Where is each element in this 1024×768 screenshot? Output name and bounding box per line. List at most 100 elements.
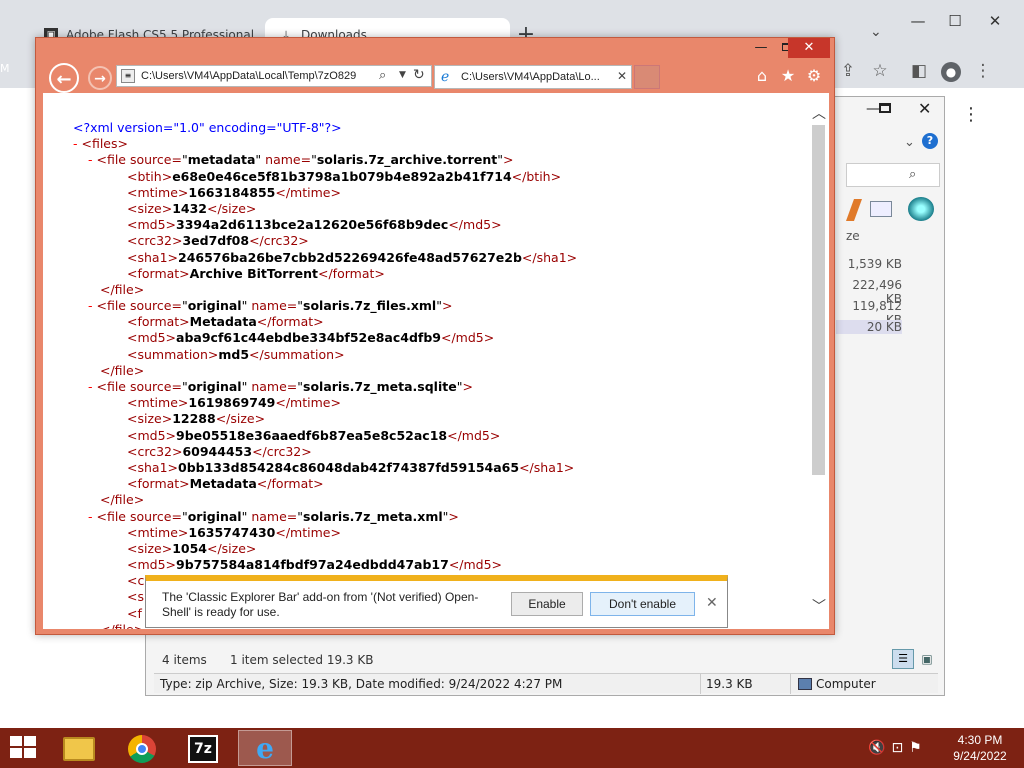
notification-message: The 'Classic Explorer Bar' add-on from '…: [162, 590, 479, 619]
xml-file-open: - <file source="metadata" name="solaris.…: [88, 152, 514, 168]
gear-icon[interactable]: ⚙: [804, 66, 824, 86]
details-size-text: 19.3 KB: [706, 677, 753, 691]
column-header-size[interactable]: ze: [846, 229, 860, 243]
taskbar-clock[interactable]: 4:30 PM 9/24/2022: [940, 732, 1020, 764]
favorites-star-icon[interactable]: ★: [778, 66, 798, 86]
taskbar-file-explorer-icon[interactable]: [52, 730, 106, 766]
bookmark-star-icon[interactable]: ☆: [869, 60, 891, 82]
xml-element: <btih>e68e0e46ce5f81b3798a1b079b4e892a2b…: [127, 168, 562, 184]
chevron-down-icon[interactable]: ▼: [399, 70, 406, 80]
system-tray[interactable]: 🔇⊡⚑: [868, 740, 928, 756]
xml-element: <md5>9be05518e36aaedf6b87ea5e8c52ac18</m…: [127, 427, 501, 443]
desktop-edge-label: D: [0, 165, 9, 178]
xml-element: <crc32>3ed7df08</crc32>: [127, 233, 309, 249]
search-icon[interactable]: ⌕: [379, 68, 386, 83]
xml-element: <summation>md5</summation>: [127, 346, 345, 362]
status-selection: 1 item selected 19.3 KB: [230, 653, 374, 667]
xml-element: <size>1054</size>: [127, 540, 257, 556]
explorer-minimize-button[interactable]: —: [866, 101, 880, 117]
details-location-text: Computer: [816, 677, 876, 691]
file-size-selected[interactable]: 20 KB: [836, 320, 902, 334]
ribbon-expand-chevron-icon[interactable]: ⌄: [904, 135, 915, 150]
desktop-edge-label: M: [0, 62, 10, 75]
scroll-down-icon[interactable]: ﹀: [812, 596, 826, 616]
explorer-maximize-button[interactable]: [879, 103, 891, 113]
back-button[interactable]: ←: [49, 63, 79, 93]
separator: [700, 674, 701, 694]
side-panel-icon[interactable]: ◧: [908, 60, 930, 82]
details-view-icon[interactable]: ☰: [892, 649, 914, 669]
xml-element: <format>Metadata</format>: [127, 314, 324, 330]
xml-element: <sha1>0bb133d854284c86048dab42f74387fd59…: [127, 459, 575, 475]
large-icons-view-icon[interactable]: ▣: [918, 651, 936, 667]
chrome-minimize-button[interactable]: —: [898, 6, 938, 36]
taskbar-chrome-icon[interactable]: [115, 730, 169, 766]
xml-file-close: </file>: [100, 492, 145, 508]
xml-document: <?xml version="1.0" encoding="UTF-8"?> - …: [73, 120, 577, 629]
edit-pencil-icon[interactable]: [845, 199, 863, 221]
action-center-icon[interactable]: ⚑: [909, 740, 928, 756]
explorer-close-button[interactable]: ✕: [918, 99, 931, 118]
details-location: Computer: [798, 677, 876, 691]
enable-button[interactable]: Enable: [511, 592, 583, 616]
tab-search-chevron-icon[interactable]: ⌄: [870, 24, 882, 40]
profile-avatar-icon[interactable]: ●: [940, 60, 962, 82]
share-icon[interactable]: ⇪: [837, 60, 859, 82]
details-type-text: Type: zip Archive, Size: 19.3 KB, Date m…: [160, 677, 563, 691]
xml-element: <format>Metadata</format>: [127, 476, 324, 492]
refresh-icon[interactable]: ↻: [413, 67, 425, 83]
taskbar-internet-explorer-icon[interactable]: e: [238, 730, 292, 766]
chrome-menu-icon[interactable]: ⋮: [972, 60, 994, 82]
scroll-up-icon[interactable]: ︿: [812, 103, 826, 123]
help-icon[interactable]: ?: [922, 133, 938, 149]
ie-logo-icon: ℯ: [441, 69, 450, 85]
file-size: 1,539 KB: [847, 257, 902, 271]
address-bar-text[interactable]: C:\Users\VM4\AppData\Local\Temp\7zO829: [141, 70, 377, 82]
computer-icon: [798, 678, 812, 690]
forward-button[interactable]: →: [88, 66, 112, 90]
xml-file-open: - <file source="original" name="solaris.…: [88, 298, 453, 314]
taskbar-7zip-icon[interactable]: 7z: [176, 730, 230, 766]
open-shell-icon[interactable]: [908, 197, 934, 221]
vertical-scrollbar[interactable]: ︿ ﹀: [808, 93, 829, 629]
downloads-more-icon[interactable]: ⋮: [962, 104, 980, 125]
windows-start-icon[interactable]: [10, 736, 38, 760]
address-bar[interactable]: ≡ C:\Users\VM4\AppData\Local\Temp\7zO829…: [116, 65, 432, 87]
xml-file-icon: ≡: [121, 69, 135, 83]
xml-element: <mtime>1663184855</mtime>: [127, 184, 341, 200]
xml-element: <mtime>1635747430</mtime>: [127, 524, 341, 540]
status-item-count: 4 items: [162, 653, 207, 667]
xml-element: <mtime>1619869749</mtime>: [127, 395, 341, 411]
scrollbar-thumb[interactable]: [812, 125, 825, 475]
ie-close-button[interactable]: ✕: [788, 38, 830, 58]
close-icon[interactable]: ✕: [706, 595, 718, 611]
network-icon[interactable]: ⊡: [891, 740, 909, 756]
ie-minimize-button[interactable]: —: [748, 38, 774, 58]
xml-declaration: <?xml version="1.0" encoding="UTF-8"?>: [73, 120, 342, 135]
clock-date: 9/24/2022: [953, 749, 1007, 763]
home-icon[interactable]: ⌂: [752, 66, 772, 86]
ie-tab[interactable]: ℯ C:\Users\VM4\AppData\Lo... ✕: [434, 65, 632, 89]
search-icon: ⌕: [909, 167, 917, 182]
xml-element: <size>12288</size>: [127, 411, 266, 427]
taskbar: 7z e 🔇⊡⚑ 4:30 PM 9/24/2022: [0, 728, 1024, 768]
dont-enable-button[interactable]: Don't enable: [590, 592, 695, 616]
chrome-close-button[interactable]: ✕: [975, 6, 1015, 36]
properties-icon[interactable]: [870, 201, 892, 217]
xml-element: <size>1432</size>: [127, 200, 257, 216]
xml-file-close: </file>: [100, 281, 145, 297]
xml-element: <md5>aba9cf61c44ebdbe334bf52e8ac4dfb9</m…: [127, 330, 495, 346]
xml-viewer: <?xml version="1.0" encoding="UTF-8"?> - …: [43, 93, 829, 629]
addon-notification-bar: The 'Classic Explorer Bar' add-on from '…: [145, 575, 728, 628]
chrome-maximize-button[interactable]: ☐: [935, 6, 975, 36]
xml-element: <format>Archive BitTorrent</format>: [127, 265, 385, 281]
close-icon[interactable]: ✕: [617, 69, 627, 83]
xml-element: <md5>3394a2d6113bce2a12620e56f68b9dec</m…: [127, 217, 502, 233]
xml-element: <crc32>60944453</crc32>: [127, 443, 312, 459]
internet-explorer-window: — ✕ ← → ≡ C:\Users\VM4\AppData\Local\Tem…: [35, 37, 835, 635]
volume-muted-icon[interactable]: 🔇: [868, 740, 891, 756]
xml-file-open: - <file source="original" name="solaris.…: [88, 508, 459, 524]
new-tab-button[interactable]: [634, 65, 660, 89]
separator: [790, 674, 791, 694]
explorer-search-input[interactable]: [846, 163, 940, 187]
